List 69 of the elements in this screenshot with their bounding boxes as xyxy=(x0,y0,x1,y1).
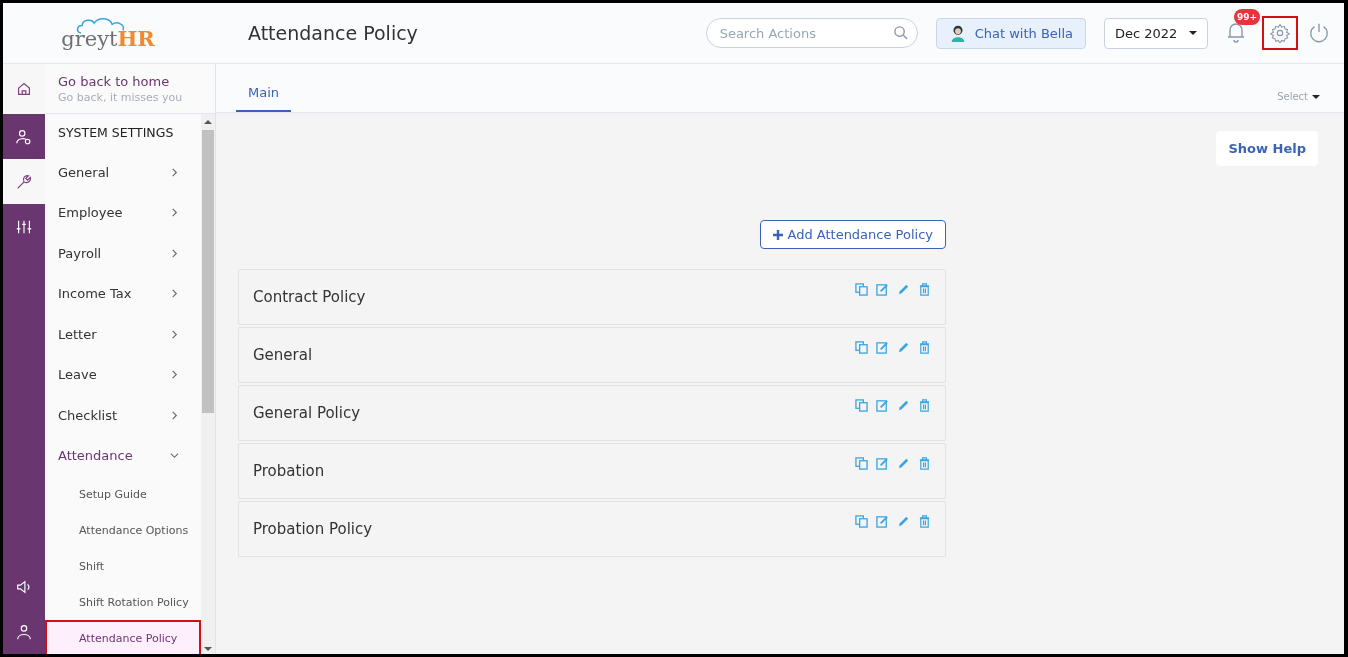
user-icon xyxy=(15,622,33,641)
chevron-icon xyxy=(170,329,179,339)
copy-icon[interactable] xyxy=(855,457,868,470)
power-icon[interactable] xyxy=(1308,22,1330,44)
chevron-icon xyxy=(170,167,179,177)
section-heading: SYSTEM SETTINGS xyxy=(57,124,175,142)
trash-icon[interactable] xyxy=(918,341,931,354)
copy-icon[interactable] xyxy=(855,283,868,296)
sidebar-item[interactable]: Employee xyxy=(45,192,201,233)
logo: greytHR xyxy=(8,15,208,51)
sidebar-item[interactable]: Income Tax xyxy=(45,273,201,314)
search-icon xyxy=(892,25,908,40)
notification-badge: 99+ xyxy=(1234,9,1261,25)
chevron-icon xyxy=(170,248,179,258)
trash-icon[interactable] xyxy=(918,515,931,528)
chevron-icon xyxy=(170,451,179,461)
chevron-icon xyxy=(170,410,179,420)
trash-icon[interactable] xyxy=(918,283,931,296)
show-help-button[interactable]: Show Help xyxy=(1216,131,1318,166)
settings-button[interactable] xyxy=(1262,16,1298,50)
user-gear-icon xyxy=(15,127,33,146)
policy-name: General Policy xyxy=(253,404,361,422)
edit-icon[interactable] xyxy=(876,457,889,470)
sidebar-subitem[interactable]: Shift Rotation Policy xyxy=(45,584,201,620)
home-icon xyxy=(15,80,33,98)
pencil-icon[interactable] xyxy=(897,341,910,354)
chevron-icon xyxy=(170,370,179,380)
sidebar-item[interactable]: Letter xyxy=(45,314,201,355)
search-field[interactable]: Search Actions xyxy=(705,18,918,48)
wrench-icon xyxy=(15,172,33,191)
copy-icon[interactable] xyxy=(855,341,868,354)
edit-icon[interactable] xyxy=(876,283,889,296)
sidebar-subitem[interactable]: Setup Guide xyxy=(45,476,201,512)
sidebar-subitem[interactable]: Attendance Policy xyxy=(45,620,201,654)
add-policy-button[interactable]: Add Attendance Policy xyxy=(760,220,946,249)
sidebar-item[interactable]: Checklist xyxy=(45,395,201,436)
policy-name: Probation Policy xyxy=(253,520,373,538)
chat-button[interactable]: Chat with Bella xyxy=(935,17,1086,49)
trash-icon[interactable] xyxy=(918,399,931,412)
tab[interactable]: Main xyxy=(236,85,292,112)
pencil-icon[interactable] xyxy=(897,283,910,296)
page-title: Attendance Policy xyxy=(248,22,419,44)
copy-icon[interactable] xyxy=(855,515,868,528)
policy-name: General xyxy=(253,346,313,364)
sidebar-item[interactable]: Leave xyxy=(45,354,201,395)
pencil-icon[interactable] xyxy=(897,457,910,470)
sidebar-subitem[interactable]: Attendance Options xyxy=(45,512,201,548)
chevron-icon xyxy=(170,208,179,218)
home-link[interactable]: Go back to home Go back, it misses you xyxy=(45,64,215,114)
pencil-icon[interactable] xyxy=(897,515,910,528)
sidebar-subitem[interactable]: Shift xyxy=(45,548,201,584)
caret-icon xyxy=(1189,31,1197,35)
copy-icon[interactable] xyxy=(855,399,868,412)
gear-icon xyxy=(1270,23,1290,43)
edit-icon[interactable] xyxy=(876,515,889,528)
sidebar-item[interactable]: Payroll xyxy=(45,233,201,274)
pencil-icon[interactable] xyxy=(897,399,910,412)
sidebar-item[interactable]: General xyxy=(45,152,201,193)
trash-icon[interactable] xyxy=(918,457,931,470)
policy-name: Contract Policy xyxy=(253,288,366,306)
scrollbar[interactable] xyxy=(201,114,215,654)
plus-icon xyxy=(773,229,784,240)
policy-name: Probation xyxy=(253,462,325,480)
edit-icon[interactable] xyxy=(876,341,889,354)
edit-icon[interactable] xyxy=(876,399,889,412)
bell-icon[interactable] xyxy=(1226,21,1246,43)
month-dropdown[interactable]: Dec 2022 xyxy=(1104,17,1208,49)
sidebar-item[interactable]: Attendance xyxy=(45,435,201,476)
chevron-icon xyxy=(170,289,179,299)
